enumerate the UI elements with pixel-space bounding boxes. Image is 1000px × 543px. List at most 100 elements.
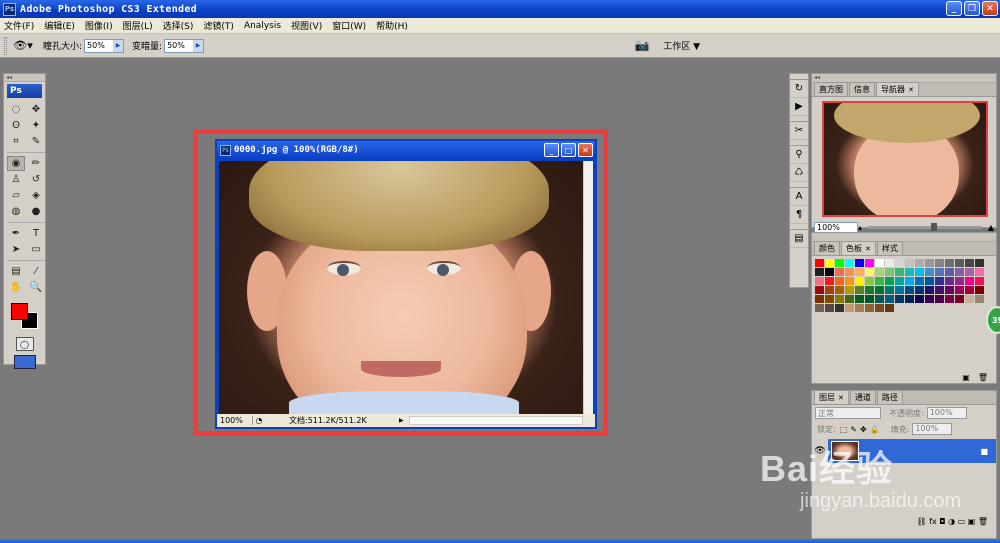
swatch-cell[interactable] [915, 268, 924, 276]
doc-minimize-button[interactable]: _ [544, 143, 559, 157]
foreground-color-swatch[interactable] [11, 303, 28, 320]
swatch-cell[interactable] [945, 259, 954, 267]
layers-footer-icons[interactable]: ⛓ fx ◘ ◑ ▭ ▣ 🗑 [916, 517, 988, 526]
lock-icons[interactable]: ⬚✎✥🔒 [840, 425, 883, 434]
swatch-cell[interactable] [825, 268, 834, 276]
minimize-button[interactable]: _ [946, 1, 962, 16]
swatch-cell[interactable] [875, 295, 884, 303]
delete-swatch-icon[interactable]: 🗑 [978, 373, 988, 382]
navigator-zoom-slider[interactable] [868, 222, 982, 231]
tool-presets-icon[interactable]: ✂ [790, 122, 808, 140]
layer-comps-icon[interactable]: ▤ [790, 230, 808, 248]
menu-window[interactable]: 窗口(W) [332, 19, 366, 32]
swatch-cell[interactable] [835, 286, 844, 294]
swatch-cell[interactable] [825, 295, 834, 303]
bridge-camera-icon[interactable]: 📷 [633, 37, 651, 53]
swatch-cell[interactable] [955, 277, 964, 285]
path-select-tool-icon[interactable]: ➤ [7, 242, 25, 257]
swatch-cell[interactable] [915, 286, 924, 294]
options-grip[interactable] [4, 36, 7, 55]
red-eye-tool-active-icon[interactable]: ◉ [7, 156, 25, 171]
blur-tool-icon[interactable]: ◍ [7, 204, 25, 219]
history-panel-icon[interactable]: ↻ [790, 80, 808, 98]
swatch-cell[interactable] [865, 259, 874, 267]
darken-amount-field[interactable]: 50% ▶ [164, 38, 205, 53]
red-eye-tool-icon[interactable]: 👁▾ [11, 37, 35, 55]
restore-button[interactable]: ❐ [964, 1, 980, 16]
darken-amount-arrow-icon[interactable]: ▶ [193, 39, 204, 52]
swatch-cell[interactable] [835, 268, 844, 276]
swatch-cell[interactable] [905, 277, 914, 285]
swatch-cell[interactable] [835, 295, 844, 303]
eraser-tool-icon[interactable]: ▱ [7, 188, 25, 203]
swatch-cell[interactable] [925, 277, 934, 285]
pen-tool-icon[interactable]: ✒ [7, 226, 25, 241]
shape-tool-icon[interactable]: ▭ [27, 242, 45, 257]
quick-mask-icon[interactable]: ◯ [15, 337, 34, 351]
swatch-cell[interactable] [965, 259, 974, 267]
tab-histogram[interactable]: 直方图 [814, 82, 848, 96]
crop-tool-icon[interactable]: ⌗ [7, 134, 25, 149]
swatch-cell[interactable] [905, 295, 914, 303]
swatch-cell[interactable] [955, 268, 964, 276]
eyedropper-tool-icon[interactable]: ⁄ [27, 264, 45, 279]
swatch-cell[interactable] [945, 286, 954, 294]
character-panel-icon[interactable]: A [790, 188, 808, 206]
swatch-cell[interactable] [815, 286, 824, 294]
marquee-tool-icon[interactable]: ◌ [7, 102, 25, 117]
pupil-size-arrow-icon[interactable]: ▶ [113, 39, 124, 52]
swatch-cell[interactable] [965, 295, 974, 303]
swatch-cell[interactable] [825, 286, 834, 294]
close-button[interactable]: ✕ [982, 1, 998, 16]
swatch-cell[interactable] [815, 268, 824, 276]
brushes-panel-icon[interactable]: ⚲ [790, 146, 808, 164]
tab-layers[interactable]: 图层 ✕ [814, 390, 849, 404]
swatch-cell[interactable] [935, 259, 944, 267]
swatch-cell[interactable] [815, 295, 824, 303]
swatch-cell[interactable] [875, 259, 884, 267]
swatch-cell[interactable] [895, 277, 904, 285]
ps-logo[interactable]: Ps [7, 84, 42, 98]
swatch-cell[interactable] [855, 259, 864, 267]
brush-tool-icon[interactable]: ✏ [27, 156, 45, 171]
magic-wand-tool-icon[interactable]: ✦ [27, 118, 45, 133]
swatch-cell[interactable] [935, 277, 944, 285]
swatch-cell[interactable] [845, 259, 854, 267]
swatch-cell[interactable] [975, 259, 984, 267]
swatch-cell[interactable] [925, 286, 934, 294]
swatch-cell[interactable] [905, 259, 914, 267]
layer-row-background[interactable]: 👁 ■ [812, 439, 996, 463]
notes-tool-icon[interactable]: ▤ [7, 264, 25, 279]
swatch-cell[interactable] [935, 295, 944, 303]
doc-maximize-button[interactable]: □ [561, 143, 576, 157]
swatch-cell[interactable] [905, 268, 914, 276]
swatch-cell[interactable] [975, 286, 984, 294]
menu-layer[interactable]: 图层(L) [123, 19, 153, 32]
swatch-cell[interactable] [875, 277, 884, 285]
swatch-cell[interactable] [875, 286, 884, 294]
swatch-cell[interactable] [835, 259, 844, 267]
swatch-cell[interactable] [855, 304, 864, 312]
swatch-cell[interactable] [855, 268, 864, 276]
navigator-thumbnail[interactable] [822, 101, 988, 217]
tab-info[interactable]: 信息 [849, 82, 875, 96]
swatch-cell[interactable] [825, 259, 834, 267]
clone-source-icon[interactable]: ♺ [790, 164, 808, 182]
doc-close-button[interactable]: ✕ [578, 143, 593, 157]
swatch-cell[interactable] [835, 304, 844, 312]
status-menu-arrow-icon[interactable]: ▶ [399, 417, 409, 424]
fill-field[interactable]: 100% [912, 423, 953, 435]
blend-mode-select[interactable]: 正常 [815, 407, 881, 419]
workspace-menu[interactable]: 工作区 ▼ [663, 39, 700, 52]
swatch-cell[interactable] [855, 286, 864, 294]
swatch-cell[interactable] [905, 286, 914, 294]
stamp-tool-icon[interactable]: ♙ [7, 172, 25, 187]
swatch-cell[interactable] [915, 259, 924, 267]
layer-visibility-eye-icon[interactable]: 👁 [812, 439, 828, 463]
swatch-cell[interactable] [815, 277, 824, 285]
swatch-cell[interactable] [895, 286, 904, 294]
document-titlebar[interactable]: Ps 0000.jpg @ 100%(RGB/8#) _ □ ✕ [217, 141, 595, 159]
type-tool-icon[interactable]: T [27, 226, 45, 241]
pupil-size-field[interactable]: 50% ▶ [84, 38, 125, 53]
pupil-size-value[interactable]: 50% [85, 40, 113, 52]
